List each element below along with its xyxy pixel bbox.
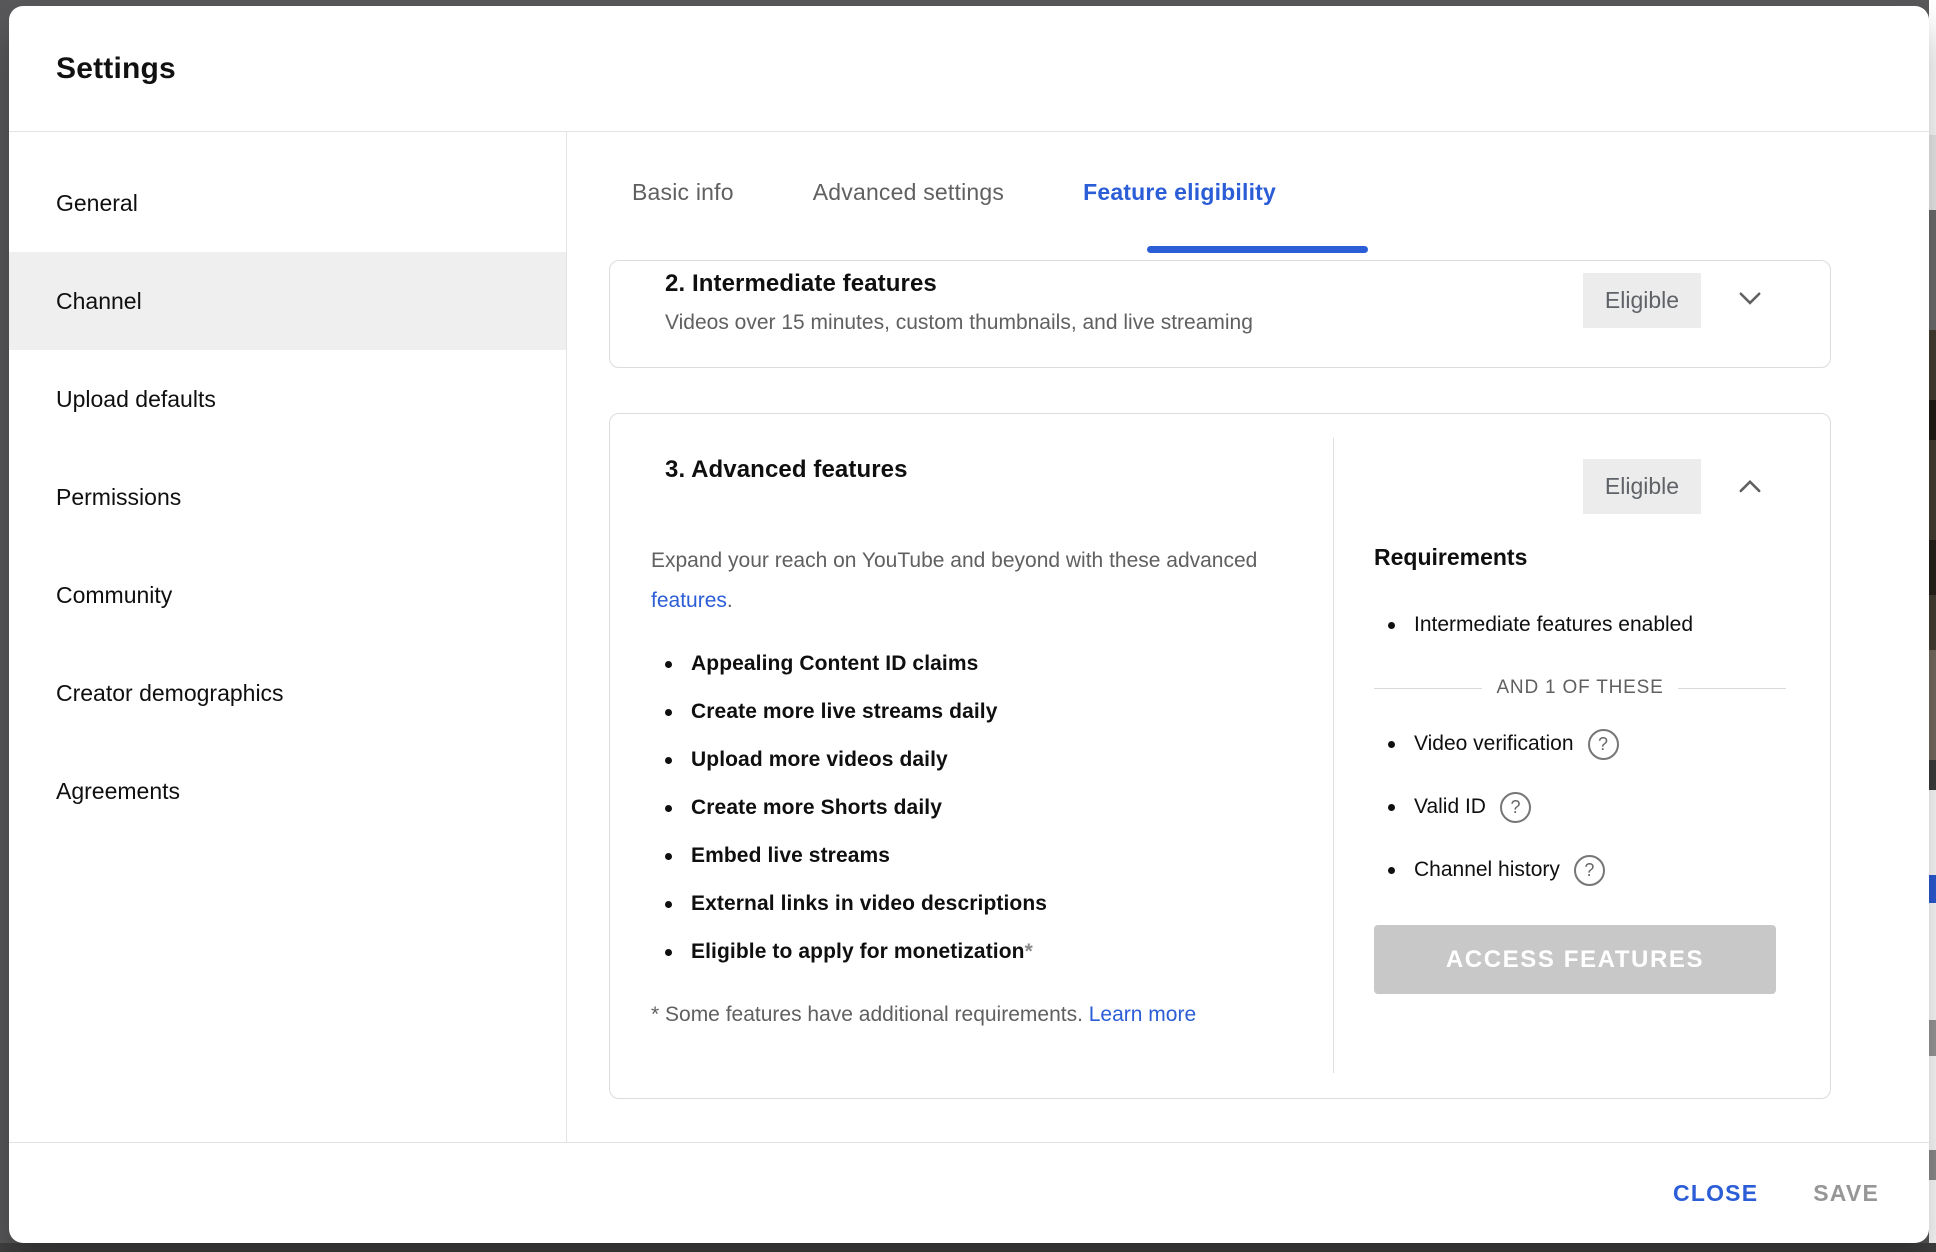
sidebar-item-channel[interactable]: Channel	[9, 252, 566, 350]
dialog-title: Settings	[9, 52, 176, 86]
dialog-body: General Channel Upload defaults Permissi…	[9, 132, 1929, 1142]
feature-list-item: Create more live streams daily	[651, 688, 1301, 736]
card-title: 3. Advanced features	[665, 456, 908, 484]
question-mark-glyph: ?	[1598, 734, 1608, 755]
sidebar-item-agreements[interactable]: Agreements	[9, 742, 566, 840]
sidebar-item-label: Agreements	[56, 778, 180, 805]
question-mark-glyph: ?	[1584, 860, 1594, 881]
expand-card-button[interactable]	[1728, 278, 1772, 322]
sidebar-item-label: Community	[56, 582, 172, 609]
question-mark-glyph: ?	[1510, 797, 1520, 818]
tab-basic-info[interactable]: Basic info	[632, 179, 734, 206]
tab-advanced-settings[interactable]: Advanced settings	[813, 179, 1004, 206]
tab-feature-eligibility[interactable]: Feature eligibility	[1083, 179, 1276, 206]
sidebar-item-creator-demographics[interactable]: Creator demographics	[9, 644, 566, 742]
chevron-down-icon	[1733, 281, 1767, 320]
feature-list-item: Upload more videos daily	[651, 736, 1301, 784]
divider-line-right	[1678, 688, 1786, 689]
description-period: .	[727, 589, 733, 612]
advanced-features-description-column: Expand your reach on YouTube and beyond …	[651, 541, 1301, 1031]
feature-eligibility-panel: 2. Intermediate features Videos over 15 …	[567, 253, 1929, 1142]
help-icon[interactable]: ?	[1574, 855, 1605, 886]
footnote-text: * Some features have additional requirem…	[651, 1003, 1089, 1026]
dialog-header: Settings	[9, 6, 1929, 132]
settings-sidebar: General Channel Upload defaults Permissi…	[9, 132, 567, 1142]
feature-label: Embed live streams	[691, 844, 890, 867]
option-label: Video verification	[1414, 732, 1574, 756]
overlay-bottom-strip	[0, 1243, 1936, 1252]
active-tab-underline	[1147, 246, 1368, 253]
features-link[interactable]: features	[651, 589, 727, 612]
channel-tabs: Basic info Advanced settings Feature eli…	[567, 132, 1929, 253]
feature-label: Create more Shorts daily	[691, 796, 942, 819]
feature-list-item: Create more Shorts daily	[651, 784, 1301, 832]
sidebar-item-label: Channel	[56, 288, 142, 315]
feature-label: Create more live streams daily	[691, 700, 998, 723]
dialog-footer: CLOSE SAVE	[9, 1142, 1929, 1243]
card-subtitle: Videos over 15 minutes, custom thumbnail…	[665, 311, 1253, 335]
requirement-option-valid-id: Valid ID ?	[1374, 785, 1786, 829]
channel-settings-content: Basic info Advanced settings Feature eli…	[567, 132, 1929, 1142]
status-badge: Eligible	[1583, 459, 1701, 514]
feature-label: External links in video descriptions	[691, 892, 1047, 915]
help-icon[interactable]: ?	[1500, 792, 1531, 823]
card-title: 2. Intermediate features	[665, 270, 937, 298]
settings-dialog: Settings General Channel Upload defaults…	[9, 6, 1929, 1243]
feature-label: Eligible to apply for monetization	[691, 940, 1025, 963]
requirement-option-channel-history: Channel history ?	[1374, 848, 1786, 892]
status-badge: Eligible	[1583, 273, 1701, 328]
feature-list-item: Appealing Content ID claims	[651, 640, 1301, 688]
sidebar-item-label: Upload defaults	[56, 386, 216, 413]
sidebar-item-community[interactable]: Community	[9, 546, 566, 644]
divider-label: AND 1 OF THESE	[1496, 677, 1663, 699]
learn-more-link[interactable]: Learn more	[1089, 1003, 1196, 1026]
divider-line-left	[1374, 688, 1482, 689]
feature-label: Appealing Content ID claims	[691, 652, 978, 675]
sidebar-item-general[interactable]: General	[9, 154, 566, 252]
feature-list-item: Eligible to apply for monetization*	[651, 928, 1301, 976]
save-button[interactable]: SAVE	[1813, 1180, 1879, 1207]
chevron-up-icon	[1733, 469, 1767, 508]
sidebar-item-label: General	[56, 190, 138, 217]
collapse-card-button[interactable]	[1728, 466, 1772, 510]
sidebar-item-label: Creator demographics	[56, 680, 284, 707]
feature-list-item: Embed live streams	[651, 832, 1301, 880]
option-label: Valid ID	[1414, 795, 1486, 819]
monetization-asterisk: *	[1025, 940, 1033, 963]
feature-label: Upload more videos daily	[691, 748, 948, 771]
access-features-button[interactable]: ACCESS FEATURES	[1374, 925, 1776, 994]
help-icon[interactable]: ?	[1588, 729, 1619, 760]
advanced-feature-list: Appealing Content ID claims Create more …	[651, 640, 1301, 976]
description-text: Expand your reach on YouTube and beyond …	[651, 549, 1257, 572]
feature-list-item: External links in video descriptions	[651, 880, 1301, 928]
sidebar-item-upload-defaults[interactable]: Upload defaults	[9, 350, 566, 448]
and-one-of-these-divider: AND 1 OF THESE	[1374, 673, 1786, 703]
requirements-column: Requirements Intermediate features enabl…	[1374, 544, 1786, 994]
base-requirement: Intermediate features enabled	[1374, 609, 1786, 641]
requirement-option-video-verification: Video verification ?	[1374, 722, 1786, 766]
requirement-label: Intermediate features enabled	[1414, 613, 1693, 637]
column-divider	[1333, 438, 1334, 1073]
intermediate-features-card: 2. Intermediate features Videos over 15 …	[609, 260, 1831, 368]
sidebar-item-label: Permissions	[56, 484, 181, 511]
option-label: Channel history	[1414, 858, 1560, 882]
advanced-features-description: Expand your reach on YouTube and beyond …	[651, 541, 1301, 621]
advanced-features-card: 3. Advanced features Eligible Expand you…	[609, 413, 1831, 1099]
features-footnote: * Some features have additional requirem…	[651, 998, 1283, 1031]
background-page-sliver	[1929, 0, 1936, 1252]
close-button[interactable]: CLOSE	[1673, 1180, 1758, 1207]
requirements-heading: Requirements	[1374, 544, 1786, 571]
sidebar-item-permissions[interactable]: Permissions	[9, 448, 566, 546]
